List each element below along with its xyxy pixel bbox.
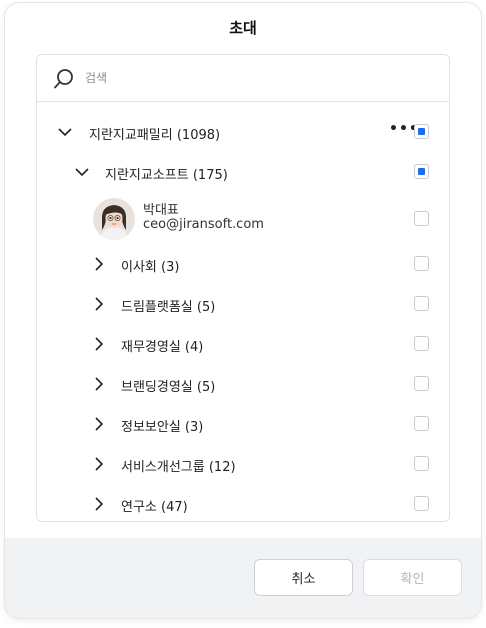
checkbox-department[interactable] [414,376,429,391]
tree-row-department[interactable]: 재무경영실 (4) [37,324,449,364]
user-row[interactable]: 박대표 ceo@jiransoft.com [37,194,449,244]
tree-row-department[interactable]: 이사회 (3) [37,244,449,284]
tree-label-department: 정보보안실 (3) [121,420,204,435]
chevron-right-icon[interactable] [91,416,107,432]
tree-label-department: 재무경영실 (4) [121,340,204,355]
checkbox-department[interactable] [414,416,429,431]
chevron-right-icon[interactable] [91,336,107,352]
chevron-right-icon[interactable] [91,376,107,392]
tree-row-root[interactable]: 지란지교패밀리 (1098) ••• [37,112,449,152]
tree-row-department[interactable]: 드림플랫폼실 (5) [37,284,449,324]
invite-dialog: 초대 지란지교패밀리 (1098) ••• 지란지교소프트 (175) [5,3,481,618]
checkbox-user[interactable] [414,211,429,226]
chevron-down-icon[interactable] [74,164,90,180]
tree-label-department: 드림플랫폼실 (5) [121,300,216,315]
tree-row-company[interactable]: 지란지교소프트 (175) [37,152,449,192]
tree-label-root: 지란지교패밀리 (1098) [89,128,221,143]
tree-row-department[interactable]: 서비스개선그룹 (12) [37,444,449,484]
member-tree-panel: 지란지교패밀리 (1098) ••• 지란지교소프트 (175) [36,54,450,522]
search-bar [37,55,449,102]
confirm-button[interactable]: 확인 [363,559,462,596]
tree-row-department[interactable]: 정보보안실 (3) [37,404,449,444]
checkbox-department[interactable] [414,256,429,271]
chevron-right-icon[interactable] [91,296,107,312]
user-email: ceo@jiransoft.com [143,217,264,232]
search-input[interactable] [85,67,425,89]
dialog-footer: 취소 확인 [5,538,481,618]
tree-label-department: 서비스개선그룹 (12) [121,460,236,475]
cancel-button[interactable]: 취소 [254,559,353,596]
checkbox-department[interactable] [414,456,429,471]
search-icon [54,69,73,89]
avatar [93,198,135,240]
chevron-right-icon[interactable] [91,496,107,512]
checkbox-department[interactable] [414,336,429,351]
chevron-right-icon[interactable] [91,456,107,472]
tree-label-department: 연구소 (47) [121,500,188,515]
chevron-down-icon[interactable] [57,124,73,140]
checkbox-department[interactable] [414,296,429,311]
checkbox-department[interactable] [414,496,429,511]
tree-label-department: 이사회 (3) [121,260,180,275]
user-name: 박대표 [143,203,179,218]
tree-row-department[interactable]: 연구소 (47) [37,484,449,524]
tree-label-department: 브랜딩경영실 (5) [121,380,216,395]
chevron-right-icon[interactable] [91,256,107,272]
tree-row-department[interactable]: 브랜딩경영실 (5) [37,364,449,404]
dialog-title: 초대 [229,19,257,37]
tree-label-company: 지란지교소프트 (175) [105,168,228,183]
checkbox-root[interactable] [414,124,429,139]
checkbox-company[interactable] [414,164,429,179]
